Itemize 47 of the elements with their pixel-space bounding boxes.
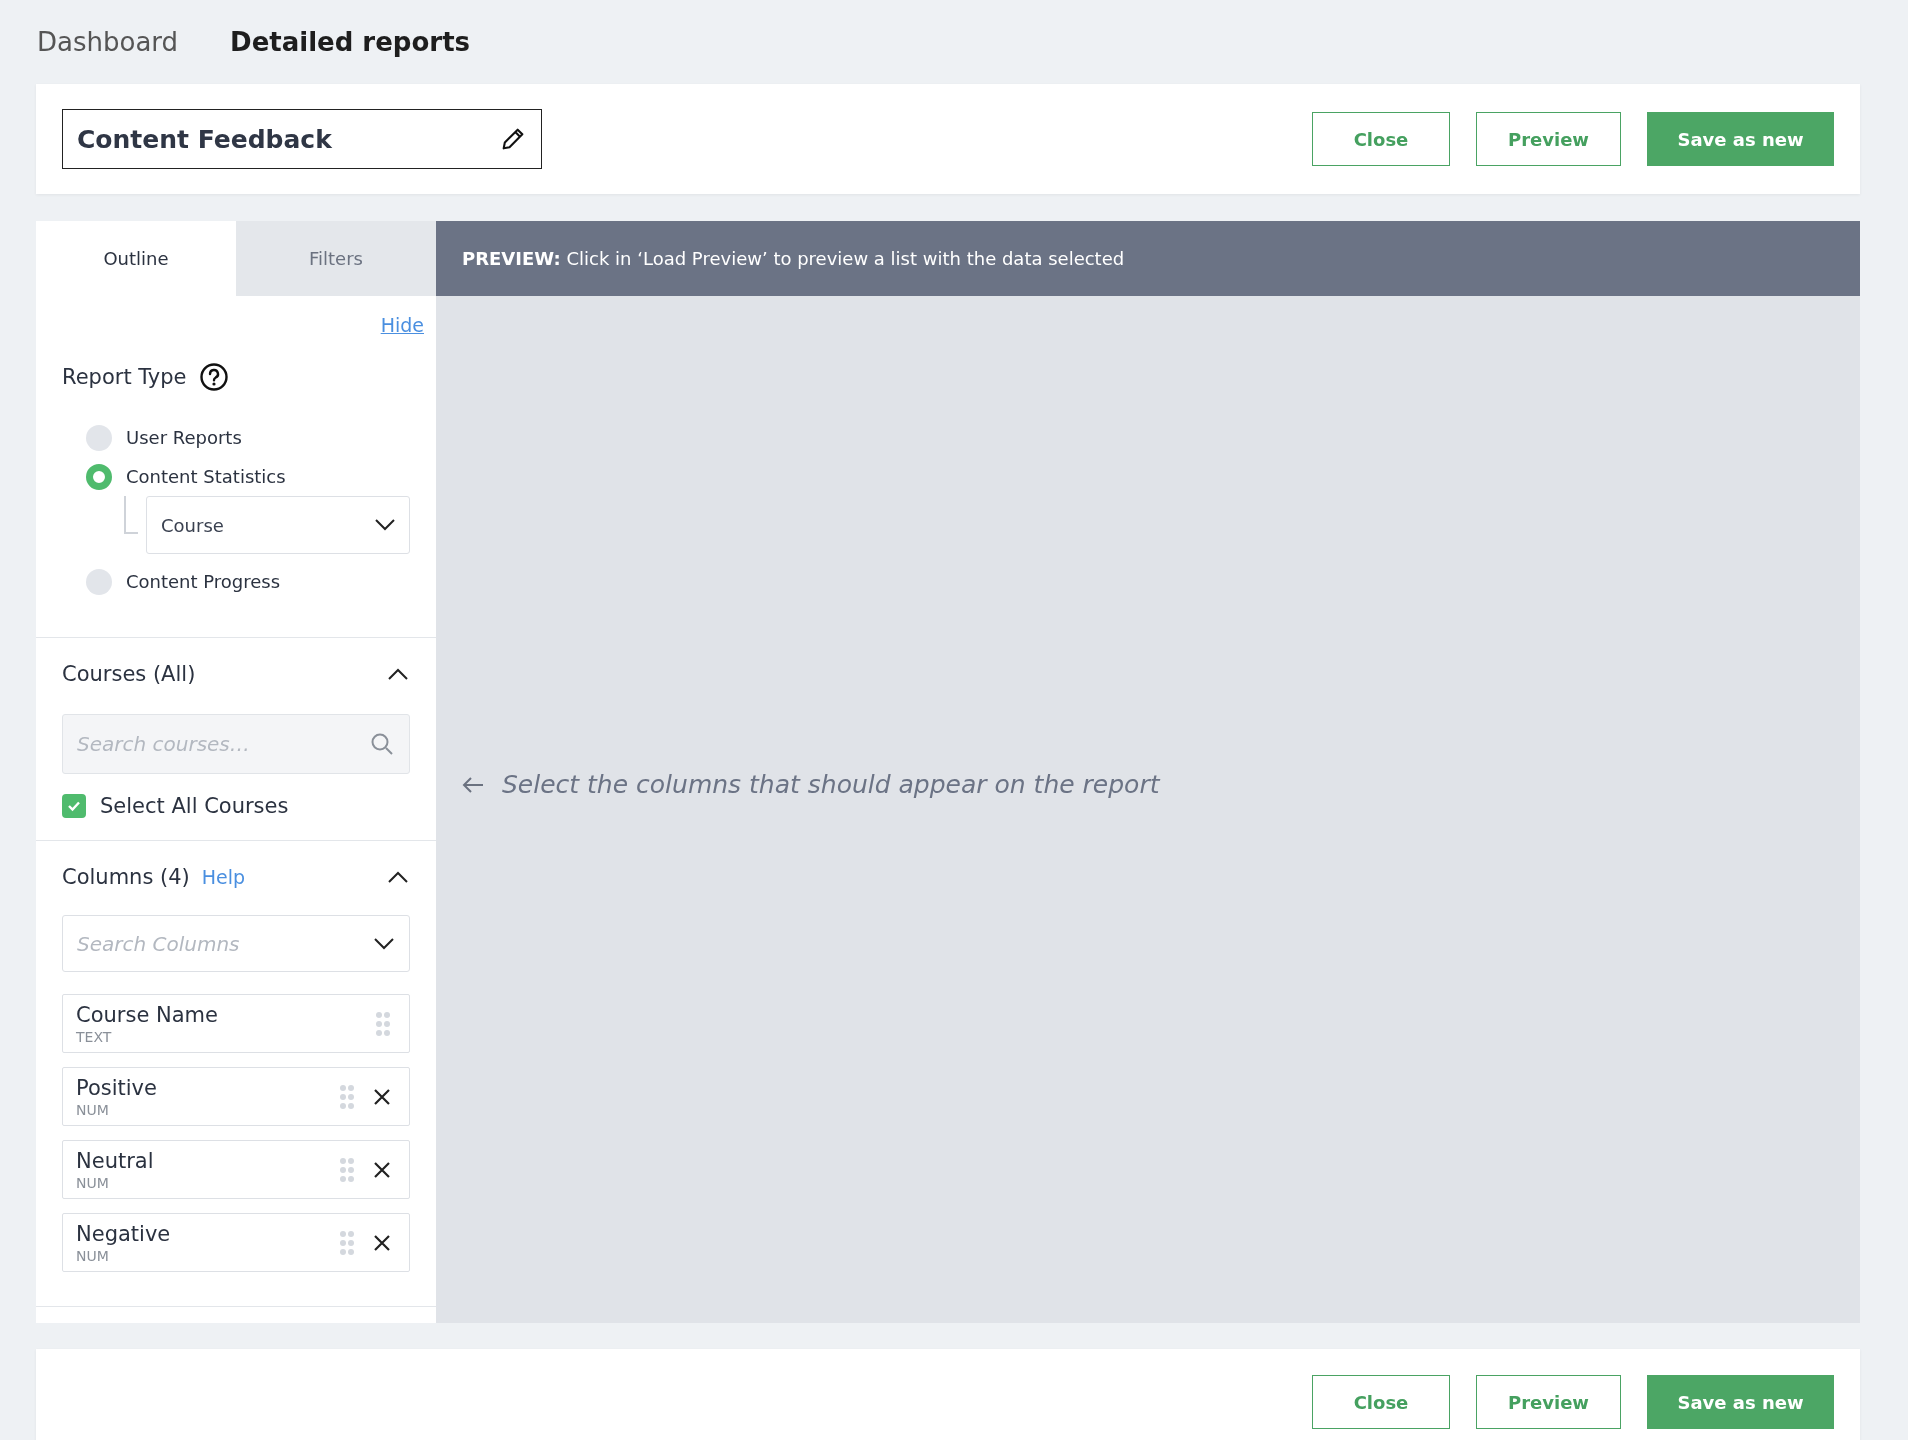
type-dropdown[interactable]: Course [146, 496, 410, 554]
nav-tab[interactable]: Detailed reports [230, 27, 471, 57]
column-item[interactable]: Neutral NUM [62, 1140, 410, 1199]
column-type: TEXT [76, 1027, 113, 1046]
radio-icon[interactable] [86, 424, 112, 451]
report-name-field[interactable]: Content Feedback [62, 109, 542, 169]
column-item[interactable]: Negative NUM [62, 1213, 410, 1272]
drag-handle-icon[interactable] [375, 1010, 391, 1037]
radio-icon[interactable] [86, 568, 112, 595]
section-title: Columns (4) [62, 865, 190, 889]
empty-message: Select the columns that should appear on the report [502, 770, 1160, 799]
drag-handle-icon[interactable] [339, 1083, 355, 1110]
chevron-up-icon[interactable] [388, 871, 408, 883]
panel-tab[interactable]: Filters [236, 221, 436, 296]
column-item[interactable]: Course Name TEXT [62, 994, 410, 1053]
close-icon[interactable] [373, 1160, 391, 1179]
radio-option[interactable]: Content Progress [86, 562, 410, 601]
checkbox[interactable] [62, 794, 86, 818]
checkbox-label[interactable]: Select All Courses [100, 794, 289, 818]
chevron-up-icon[interactable] [388, 668, 408, 680]
column-name: Neutral [76, 1147, 155, 1174]
column-name: Positive [76, 1074, 158, 1101]
nav-tab[interactable]: Dashboard [37, 27, 179, 57]
search-field[interactable]: Search courses… [62, 714, 410, 774]
column-name: Negative [76, 1220, 172, 1247]
close-icon[interactable] [373, 1233, 391, 1252]
radio-icon[interactable] [86, 463, 112, 490]
help-icon[interactable] [198, 362, 229, 392]
section-title: Report Type [62, 365, 187, 389]
column-search-field[interactable]: Search Columns [62, 915, 410, 972]
chevron-down-icon [375, 519, 395, 531]
column-name: Course Name [76, 1001, 219, 1028]
banner-text: PREVIEW: Click in ‘Load Preview’ to preview a list with the data selected [462, 248, 1125, 269]
column-type: NUM [76, 1100, 110, 1119]
column-type: NUM [76, 1246, 110, 1265]
radio-option[interactable]: User Reports [86, 418, 410, 457]
section-title: Courses (All) [62, 662, 196, 686]
close-icon[interactable] [373, 1087, 391, 1106]
search-icon [370, 732, 394, 756]
drag-handle-icon[interactable] [339, 1229, 355, 1256]
drag-handle-icon[interactable] [339, 1156, 355, 1183]
tree-connector-line [124, 496, 138, 534]
arrow-left-icon [462, 775, 484, 794]
chevron-down-icon [374, 937, 394, 950]
column-type: NUM [76, 1173, 110, 1192]
radio-option[interactable]: Content Statistics [86, 457, 410, 496]
column-item[interactable]: Positive NUM [62, 1067, 410, 1126]
